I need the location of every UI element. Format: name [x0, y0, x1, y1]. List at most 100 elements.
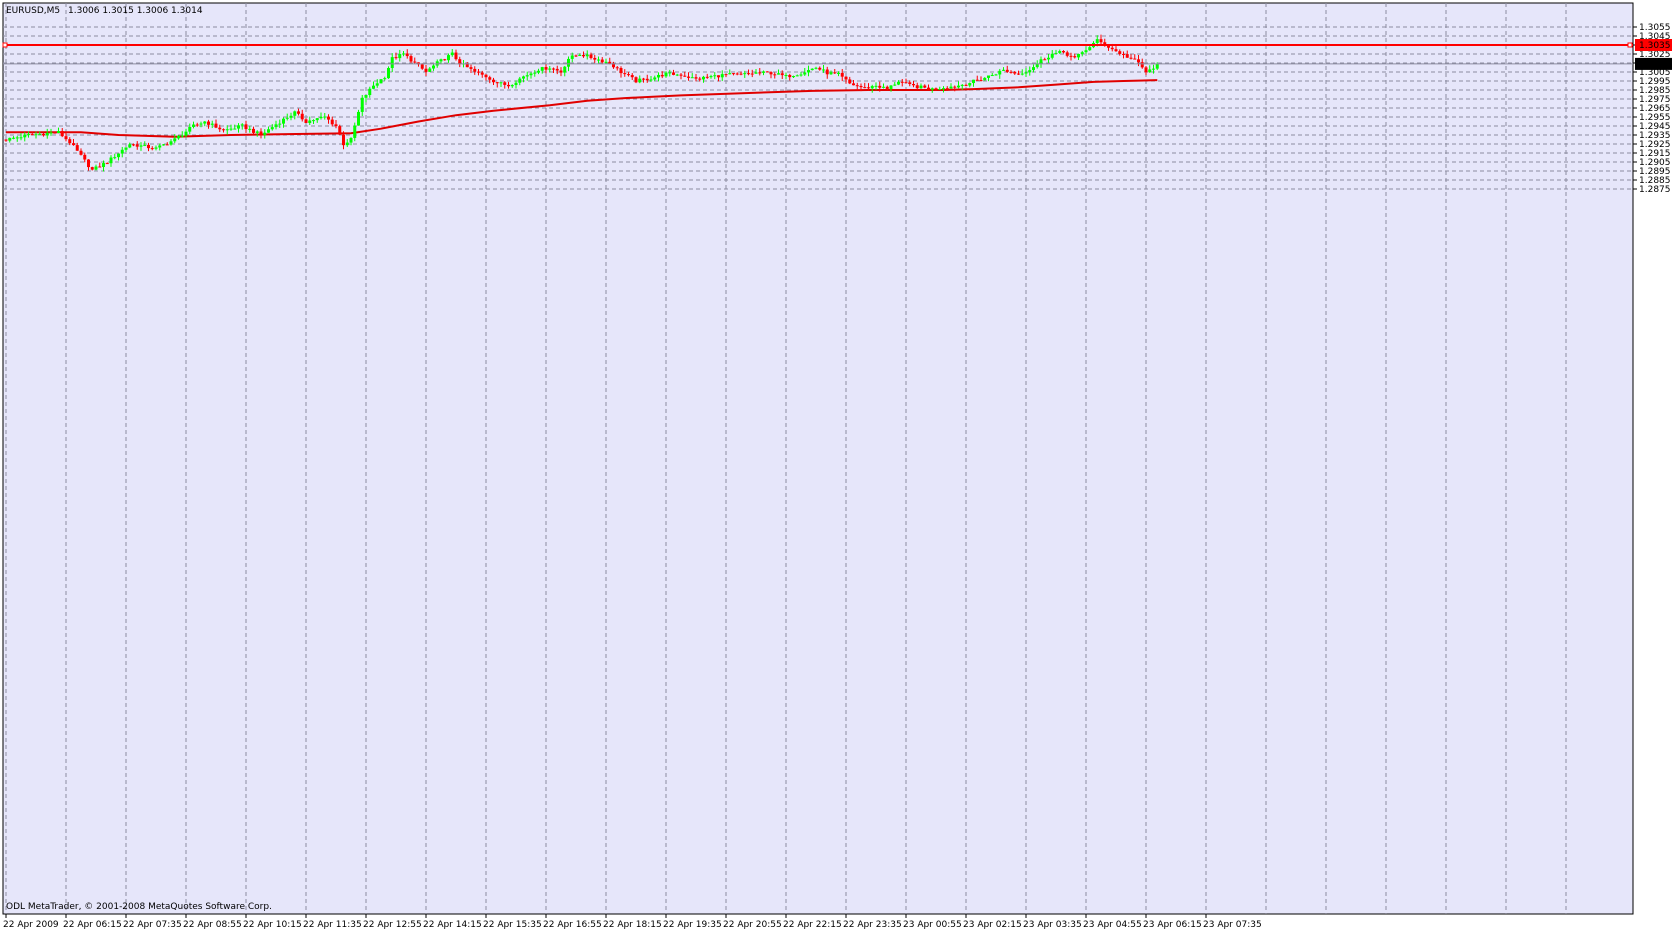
candle-body: [525, 75, 529, 77]
candle-body: [278, 123, 282, 125]
candle-body: [709, 76, 713, 78]
candle-body: [94, 166, 98, 170]
chart-symbol: EURUSD,M5: [6, 6, 60, 16]
candle-body: [338, 126, 342, 135]
candle-body: [1024, 72, 1028, 74]
candle-body: [293, 111, 297, 116]
candle-body: [12, 137, 15, 139]
x-tick-label: 22 Apr 10:15: [243, 920, 302, 930]
candle-body: [120, 149, 124, 154]
candle-body: [375, 83, 379, 86]
candle-body: [870, 86, 874, 89]
candle-body: [867, 87, 870, 89]
candle-body: [30, 134, 34, 136]
candle-body: [327, 116, 330, 120]
candle-body: [1062, 51, 1065, 53]
candle-body: [672, 72, 675, 75]
candle-body: [619, 68, 623, 74]
candle-body: [1152, 68, 1155, 70]
price-chart[interactable]: 1.30551.30451.30351.30251.30151.30051.29…: [0, 0, 1674, 931]
x-tick-label: 23 Apr 04:55: [1083, 920, 1142, 930]
line-handle-right: [1627, 42, 1633, 48]
candle-body: [368, 88, 372, 96]
candle-body: [934, 88, 938, 90]
candle-body: [480, 72, 484, 75]
candle-body: [495, 82, 499, 84]
candle-body: [199, 123, 203, 125]
candle-body: [825, 69, 829, 75]
candle-body: [267, 129, 270, 133]
candle-body: [507, 84, 510, 87]
plot-area: [2, 2, 1634, 915]
candle-body: [248, 128, 252, 130]
candle-body: [27, 134, 30, 136]
candle-body: [450, 52, 454, 56]
candle-body: [184, 131, 188, 136]
candle-body: [717, 75, 720, 78]
candle-body: [132, 144, 135, 146]
candle-body: [529, 73, 533, 76]
candle-body: [1069, 55, 1073, 57]
candle-body: [859, 85, 863, 88]
candle-body: [773, 74, 777, 76]
candle-body: [473, 68, 477, 72]
candle-body: [882, 86, 885, 88]
candle-body: [537, 70, 540, 73]
x-tick-label: 23 Apr 06:15: [1143, 920, 1202, 930]
candle-body: [702, 76, 705, 80]
candle-body: [589, 54, 593, 58]
x-tick-label: 22 Apr 08:55: [183, 920, 242, 930]
candle-body: [758, 72, 762, 74]
candle-body: [1118, 51, 1122, 54]
candle-body: [1144, 67, 1148, 73]
candle-body: [960, 84, 964, 86]
x-tick-label: 22 Apr 06:15: [63, 920, 122, 930]
candle-body: [345, 142, 349, 146]
candle-body: [795, 75, 799, 77]
candle-body: [1148, 69, 1152, 73]
candle-body: [897, 81, 900, 85]
candle-body: [807, 70, 810, 73]
candle-body: [83, 154, 87, 160]
candle-body: [237, 125, 240, 129]
candle-body: [649, 79, 653, 81]
candle-body: [837, 72, 840, 74]
candle-body: [225, 129, 229, 131]
copyright-text: ODL MetaTrader, © 2001-2008 MetaQuotes S…: [6, 902, 272, 912]
candle-body: [623, 73, 627, 75]
candle-body: [150, 148, 154, 150]
candle-body: [979, 80, 983, 82]
candle-body: [893, 84, 897, 86]
candle-body: [477, 71, 480, 73]
candle-body: [660, 74, 664, 77]
candle-body: [1009, 71, 1013, 73]
candle-body: [34, 134, 38, 136]
candle-body: [387, 68, 390, 79]
candle-body: [259, 131, 263, 135]
candle-body: [240, 124, 244, 126]
candle-body: [304, 119, 308, 123]
candle-body: [713, 75, 717, 77]
candle-body: [927, 87, 930, 90]
candle-body: [852, 83, 855, 86]
candle-body: [799, 74, 803, 76]
candle-body: [968, 83, 972, 86]
chart-window[interactable]: 1.30551.30451.30351.30251.30151.30051.29…: [0, 0, 1674, 931]
candle-body: [510, 85, 514, 87]
candle-body: [923, 85, 927, 88]
candle-body: [222, 129, 225, 131]
candle-body: [919, 85, 923, 89]
candle-body: [372, 85, 375, 89]
candle-body: [158, 145, 162, 148]
candle-body: [814, 67, 818, 69]
candle-body: [330, 119, 334, 125]
candle-body: [218, 127, 222, 130]
x-tick-label: 23 Apr 03:35: [1023, 920, 1082, 930]
candle-body: [608, 61, 612, 64]
candle-body: [1050, 53, 1054, 58]
candle-body: [1137, 59, 1140, 63]
candle-body: [394, 57, 398, 59]
candle-body: [357, 111, 360, 126]
candle-body: [874, 85, 878, 87]
candle-body: [488, 77, 492, 80]
